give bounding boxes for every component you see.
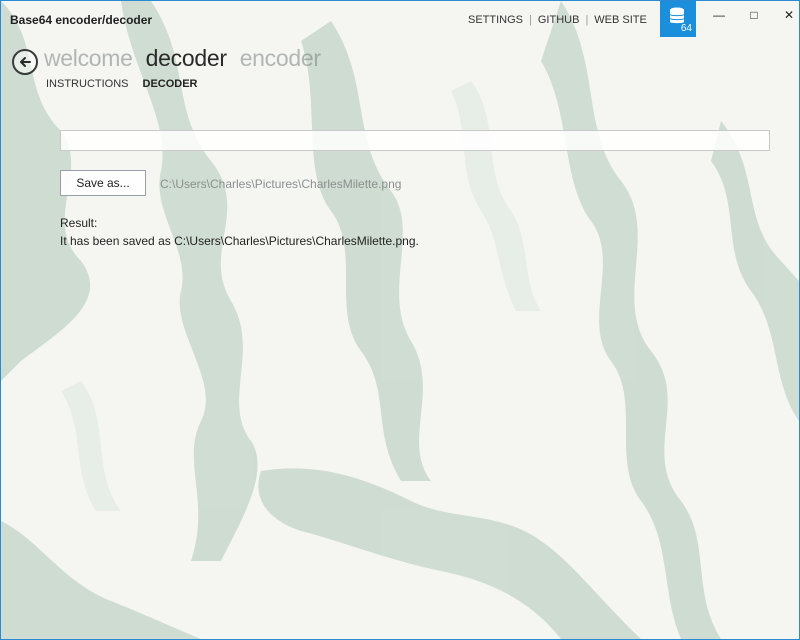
top-links: SETTINGS | GITHUB | WEB SITE	[468, 14, 647, 26]
save-path: C:\Users\Charles\Pictures\CharlesMilette…	[160, 177, 402, 191]
maximize-button[interactable]: □	[739, 5, 769, 25]
back-button[interactable]	[12, 49, 38, 75]
close-button[interactable]: ✕	[774, 5, 799, 25]
github-link[interactable]: GITHUB	[538, 14, 580, 26]
web-site-link[interactable]: WEB SITE	[594, 14, 647, 26]
minimize-button[interactable]: —	[704, 5, 734, 25]
result-label: Result:	[60, 216, 98, 230]
app-title: Base64 encoder/decoder	[10, 13, 153, 27]
subnav-instructions[interactable]: INSTRUCTIONS	[46, 78, 129, 90]
pivot-encoder[interactable]: encoder	[240, 45, 321, 72]
link-separator: |	[585, 14, 589, 26]
save-as-button[interactable]: Save as...	[60, 170, 146, 196]
link-separator: |	[529, 14, 532, 26]
app-badge: 64	[660, 1, 696, 37]
back-arrow-icon	[20, 57, 31, 67]
settings-link[interactable]: SETTINGS	[468, 14, 523, 26]
subnav-decoder[interactable]: DECODER	[143, 78, 198, 90]
pivot-nav: welcome decoder encoder	[44, 45, 321, 72]
base64-input[interactable]	[60, 130, 770, 151]
badge-number: 64	[680, 23, 692, 34]
sub-nav: INSTRUCTIONS DECODER	[46, 78, 198, 90]
pivot-welcome[interactable]: welcome	[44, 45, 133, 72]
result-message: It has been saved as C:\Users\Charles\Pi…	[60, 234, 419, 248]
pivot-decoder[interactable]: decoder	[146, 45, 227, 72]
app-window: Base64 encoder/decoder SETTINGS | GITHUB…	[0, 0, 800, 640]
background-image	[1, 1, 799, 639]
